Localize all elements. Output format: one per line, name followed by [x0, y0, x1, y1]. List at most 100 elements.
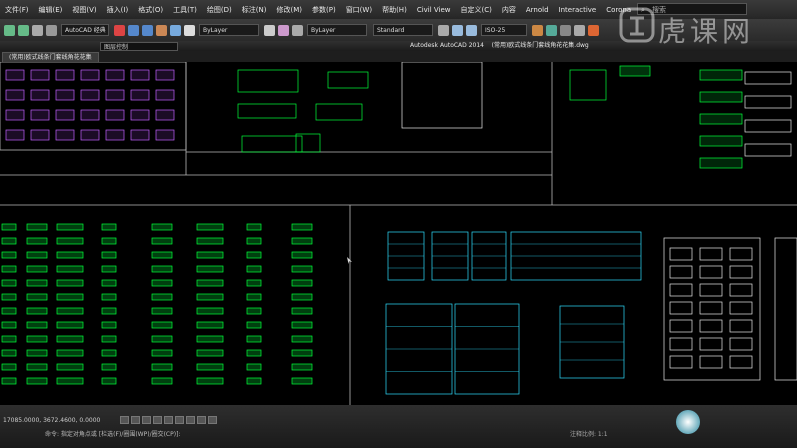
menu-item-3[interactable]: 插入(I)	[102, 5, 134, 15]
ortho-icon[interactable]	[465, 24, 477, 36]
moulding-strip	[1, 377, 17, 385]
profile-cell	[669, 247, 693, 261]
dimstyle-select[interactable]: ISO-25	[481, 24, 527, 36]
layer-select[interactable]: ByLayer	[199, 24, 259, 36]
calc-icon[interactable]	[263, 24, 275, 36]
menu-item-0[interactable]: 文件(F)	[0, 5, 34, 15]
lwt-toggle-icon[interactable]	[208, 416, 217, 424]
layer-control-box[interactable]: 图层控制	[100, 42, 178, 51]
annotation-scale[interactable]: 注释比例: 1:1	[570, 429, 608, 438]
moulding-strip	[26, 251, 48, 259]
workspace-select[interactable]: AutoCAD 经典	[61, 24, 109, 36]
profile-cell	[699, 337, 723, 351]
navigation-wheel-icon[interactable]	[676, 410, 700, 434]
menu-item-12[interactable]: Civil View	[412, 6, 456, 14]
profile-cell	[729, 319, 753, 333]
pan-icon[interactable]	[45, 24, 57, 36]
moulding-strip	[291, 335, 313, 343]
moulding-block	[569, 69, 607, 101]
profile-block	[237, 69, 299, 93]
menu-item-1[interactable]: 编辑(E)	[34, 5, 68, 15]
menu-item-5[interactable]: 工具(T)	[168, 5, 202, 15]
profile-cell	[669, 337, 693, 351]
thumbnail-block	[55, 129, 75, 141]
moulding-strip	[101, 223, 117, 231]
zoom-window-icon[interactable]	[127, 24, 139, 36]
drawing-canvas[interactable]	[0, 62, 797, 405]
moulding-strip	[246, 363, 262, 371]
menu-item-7[interactable]: 标注(N)	[237, 5, 272, 15]
menu-item-13[interactable]: 自定义(C)	[456, 5, 497, 15]
moulding-strip	[196, 363, 224, 371]
moulding-block	[744, 119, 792, 133]
moulding-strip	[151, 335, 173, 343]
undo-icon[interactable]	[3, 24, 15, 36]
otrack-toggle-icon[interactable]	[175, 416, 184, 424]
thumbnail-block	[30, 69, 50, 81]
moulding-strip	[1, 251, 17, 259]
moulding-strip	[291, 279, 313, 287]
moulding-strip	[196, 265, 224, 273]
moulding-strip	[101, 349, 117, 357]
light-icon[interactable]	[545, 24, 557, 36]
profile-block	[315, 103, 363, 121]
zoom-icon[interactable]	[113, 24, 125, 36]
stop-icon[interactable]	[587, 24, 599, 36]
moulding-strip	[56, 363, 84, 371]
moulding-strip	[291, 223, 313, 231]
thumbnail-block	[30, 129, 50, 141]
moulding-block	[744, 71, 792, 85]
redo-icon[interactable]	[17, 24, 29, 36]
match-prop-icon[interactable]	[31, 24, 43, 36]
textstyle-select[interactable]: Standard	[373, 24, 433, 36]
osnap-toggle-icon[interactable]	[164, 416, 173, 424]
snap-toggle-icon[interactable]	[120, 416, 129, 424]
menu-item-16[interactable]: Interactive	[554, 6, 602, 14]
profile-cell	[729, 283, 753, 297]
moulding-strip	[151, 363, 173, 371]
profile-block	[237, 103, 297, 119]
snap-icon[interactable]	[437, 24, 449, 36]
thumbnail-block	[105, 89, 125, 101]
moulding-strip	[101, 251, 117, 259]
profile-cell	[669, 319, 693, 333]
moulding-strip	[56, 335, 84, 343]
moulding-strip	[246, 349, 262, 357]
ortho-toggle-icon[interactable]	[142, 416, 151, 424]
design-center-icon[interactable]	[169, 24, 181, 36]
zoom-prev-icon[interactable]	[141, 24, 153, 36]
menu-item-15[interactable]: Arnold	[521, 6, 554, 14]
moulding-block	[699, 91, 743, 103]
dyn-toggle-icon[interactable]	[197, 416, 206, 424]
color-select[interactable]: ByLayer	[307, 24, 367, 36]
material-icon[interactable]	[573, 24, 585, 36]
3d-icon[interactable]	[277, 24, 289, 36]
moulding-strip	[1, 349, 17, 357]
tool-palette-icon[interactable]	[183, 24, 195, 36]
menu-item-8[interactable]: 修改(M)	[271, 5, 307, 15]
grid-toggle-icon[interactable]	[131, 416, 140, 424]
polar-toggle-icon[interactable]	[153, 416, 162, 424]
grid-icon[interactable]	[451, 24, 463, 36]
moulding-strip	[26, 265, 48, 273]
menu-item-10[interactable]: 窗口(W)	[341, 5, 377, 15]
menu-item-2[interactable]: 视图(V)	[67, 5, 101, 15]
measure-icon[interactable]	[291, 24, 303, 36]
moulding-strip	[26, 349, 48, 357]
moulding-strip	[246, 223, 262, 231]
moulding-strip	[26, 223, 48, 231]
menu-item-14[interactable]: 内容	[497, 5, 521, 15]
moulding-strip	[151, 265, 173, 273]
properties-icon[interactable]	[155, 24, 167, 36]
menu-item-6[interactable]: 绘图(D)	[202, 5, 237, 15]
menu-item-4[interactable]: 格式(O)	[133, 5, 168, 15]
ducs-toggle-icon[interactable]	[186, 416, 195, 424]
moulding-strip	[26, 335, 48, 343]
thumbnail-block	[130, 129, 150, 141]
moulding-strip	[291, 377, 313, 385]
menu-item-9[interactable]: 参数(P)	[307, 5, 341, 15]
menu-item-11[interactable]: 帮助(H)	[377, 5, 412, 15]
render-icon[interactable]	[531, 24, 543, 36]
camera-icon[interactable]	[559, 24, 571, 36]
command-line[interactable]: 命令: 指定对角点或 [栏选(F)/圈围(WP)/圈交(CP)]:	[45, 429, 180, 438]
